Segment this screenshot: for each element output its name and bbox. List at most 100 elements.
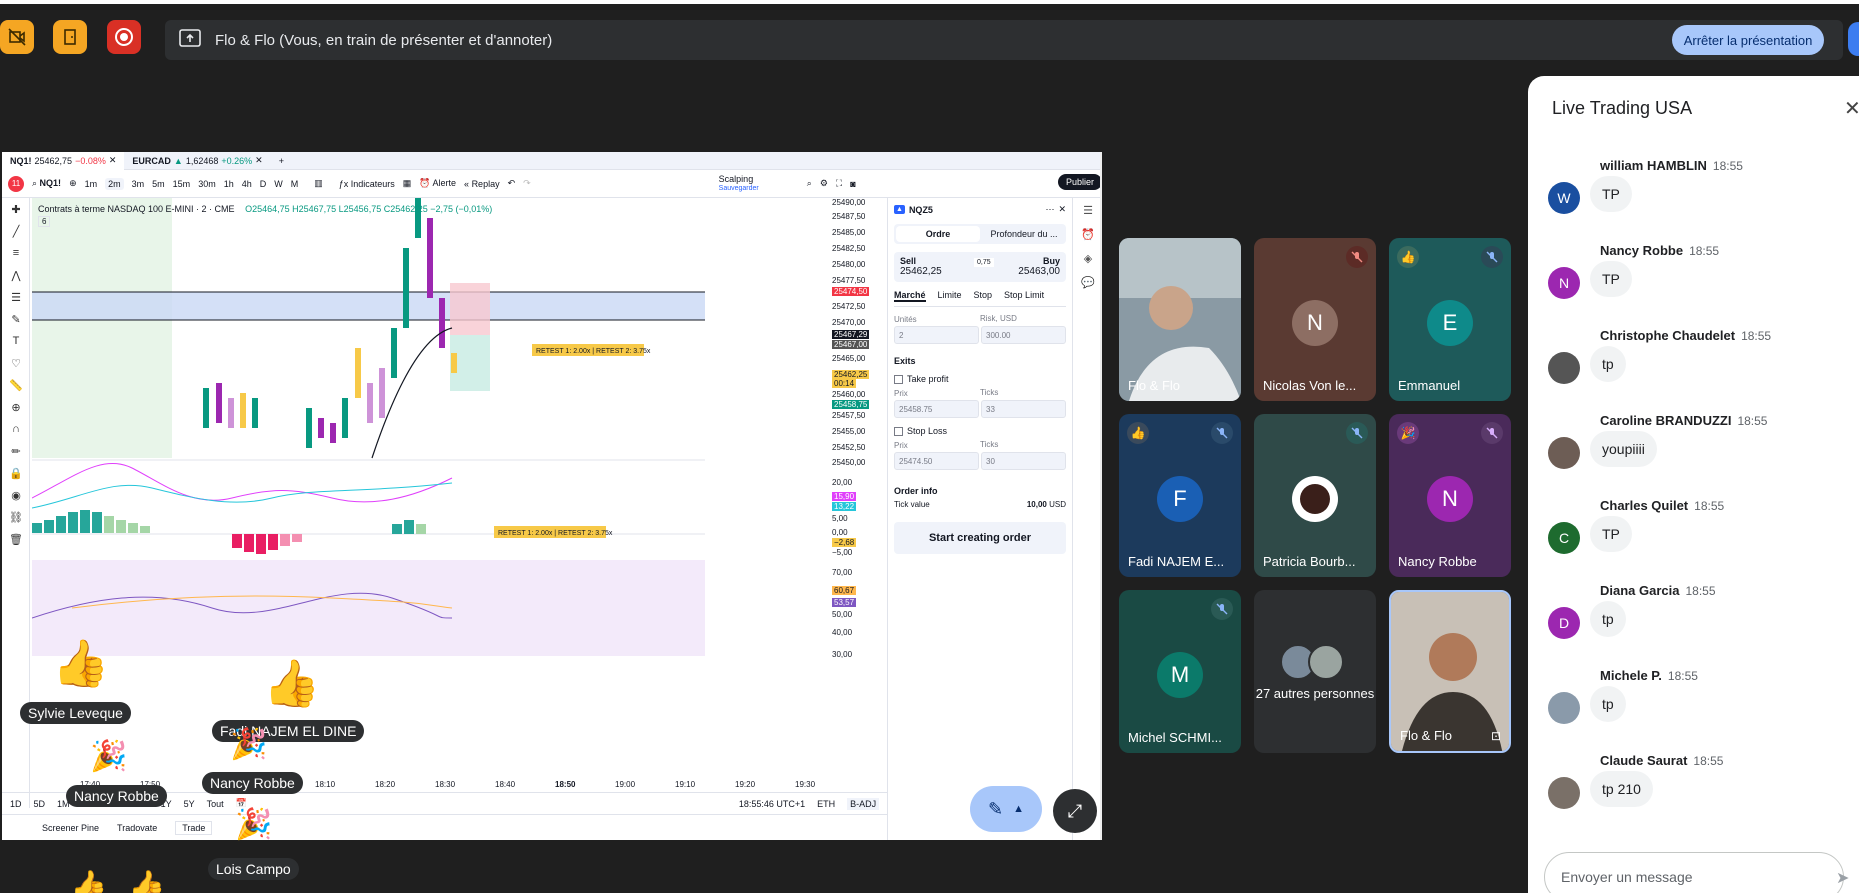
interval-2m[interactable]: 2m <box>105 177 124 190</box>
pencil-icon[interactable]: ✏ <box>2 440 30 462</box>
undo-icon[interactable]: ↶ <box>508 178 516 189</box>
record-button[interactable] <box>107 20 141 54</box>
type-limit[interactable]: Limite <box>938 290 962 302</box>
type-stop-limit[interactable]: Stop Limit <box>1004 290 1044 302</box>
participant-tile[interactable]: 🎉 N Nancy Robbe <box>1389 414 1511 577</box>
interval-w[interactable]: W <box>274 179 283 189</box>
edge-button[interactable] <box>1848 22 1859 56</box>
trash-icon[interactable]: 🗑 <box>2 528 30 550</box>
tab-screener[interactable]: Screener Pine <box>42 823 99 833</box>
close-icon[interactable]: ✕ <box>109 155 117 166</box>
ruler-icon[interactable]: 📏 <box>2 374 30 396</box>
interval-1h[interactable]: 1h <box>224 179 234 189</box>
interval-5m[interactable]: 5m <box>152 179 165 189</box>
alert-button[interactable]: ⏰ Alerte <box>419 178 456 189</box>
link-icon[interactable]: ⛓ <box>2 506 30 528</box>
tp-ticks-input[interactable]: 33 <box>981 400 1066 418</box>
fib-icon[interactable]: ≡ <box>2 242 30 264</box>
risk-input[interactable]: 300.00 <box>981 326 1066 344</box>
close-icon[interactable]: ✕ <box>1844 96 1859 121</box>
interval-30m[interactable]: 30m <box>198 179 216 189</box>
indicators-button[interactable]: ƒx Indicateurs <box>339 179 395 189</box>
trendline-icon[interactable]: ╱ <box>2 220 30 242</box>
tab-eurcad[interactable]: EURCAD ▲ 1,62468 +0.26% ✕ <box>124 152 270 170</box>
zoom-icon[interactable]: ⊕ <box>2 396 30 418</box>
redo-icon[interactable]: ↷ <box>523 178 531 189</box>
settings-icon[interactable]: ⚙ <box>820 178 828 189</box>
user-avatar[interactable]: 11 <box>8 175 24 192</box>
alerts-icon[interactable]: ⏰ <box>1073 222 1100 246</box>
camera-off-button[interactable] <box>0 20 34 54</box>
range-1d[interactable]: 1D <box>10 799 22 809</box>
crosshair-icon[interactable]: ✚ <box>2 198 30 220</box>
annotate-button[interactable]: ✎ ▲ <box>970 786 1042 832</box>
eye-icon[interactable]: ◉ <box>2 484 30 506</box>
interval-m[interactable]: M <box>291 179 299 189</box>
indicator-count[interactable]: 6 <box>38 216 51 227</box>
pattern-icon[interactable]: ⋀ <box>2 264 30 286</box>
layouts-icon[interactable]: ▦ <box>403 178 412 189</box>
fullscreen-icon[interactable]: ⛶ <box>836 178 842 189</box>
range-all[interactable]: Tout <box>207 799 224 809</box>
close-icon[interactable]: ✕ <box>255 155 263 166</box>
tab-tradovate[interactable]: Tradovate <box>117 823 157 833</box>
interval-4h[interactable]: 4h <box>242 179 252 189</box>
tab-trade[interactable]: Trade <box>175 820 213 835</box>
sl-price-input[interactable]: 25474.50 <box>894 452 979 470</box>
new-tab-icon[interactable]: + <box>271 152 292 170</box>
message-input[interactable]: Envoyer un message <box>1544 852 1844 893</box>
lock-icon[interactable]: 🔒 <box>2 462 30 484</box>
symbol-search[interactable]: ⌕ NQ1! <box>32 178 61 189</box>
interval-d[interactable]: D <box>260 179 267 189</box>
camera-icon[interactable]: ◙ <box>850 179 855 189</box>
type-market[interactable]: Marché <box>894 290 926 302</box>
layout-name[interactable]: Scalping Sauvegarder <box>719 174 759 193</box>
take-profit-checkbox[interactable] <box>894 374 903 384</box>
sl-ticks-input[interactable]: 30 <box>981 452 1066 470</box>
start-order-button[interactable]: Start creating order <box>894 522 1066 554</box>
participant-tile[interactable]: M Michel SCHMI... <box>1119 590 1241 753</box>
tab-profondeur[interactable]: Profondeur du ... <box>982 224 1066 244</box>
text-icon[interactable]: T <box>2 330 30 352</box>
sell-buy-box[interactable]: Sell 25462,25 0,75 Buy 25463,00 <box>894 252 1066 282</box>
participant-tile[interactable]: 👍 E Emmanuel <box>1389 238 1511 401</box>
price-chart[interactable]: RETEST 1: 2.00x | RETEST 2: 3.75x RETEST… <box>31 198 832 808</box>
door-button[interactable] <box>53 20 87 54</box>
forecast-icon[interactable]: ☰ <box>2 286 30 308</box>
add-symbol-icon[interactable]: ⊕ <box>69 178 77 189</box>
participant-tile[interactable]: Patricia Bourb... <box>1254 414 1376 577</box>
send-icon[interactable]: ➤ <box>1836 868 1849 888</box>
interval-15m[interactable]: 15m <box>173 179 191 189</box>
badj-toggle[interactable]: B-ADJ <box>847 797 880 810</box>
tab-nq[interactable]: NQ1! 25462,75 −0.08% ✕ <box>2 152 125 170</box>
tab-ordre[interactable]: Ordre <box>896 226 980 242</box>
pin-icon[interactable]: ⊡ <box>1491 729 1501 743</box>
stop-loss-checkbox[interactable] <box>894 426 903 436</box>
watchlist-icon[interactable]: ☰ <box>1073 198 1100 222</box>
stop-presenting-button[interactable]: Arrêter la présentation <box>1672 25 1824 55</box>
more-icon[interactable]: ⋯ <box>1045 204 1054 215</box>
chart-type-icon[interactable]: ▥ <box>314 178 323 189</box>
search-icon[interactable]: ⌕ <box>807 178 812 189</box>
self-tile[interactable]: Flo & Flo ⊡ <box>1389 590 1511 753</box>
type-stop[interactable]: Stop <box>974 290 993 302</box>
range-5y[interactable]: 5Y <box>184 799 195 809</box>
heart-icon[interactable]: ♡ <box>2 352 30 374</box>
magnet-icon[interactable]: ∩ <box>2 418 30 440</box>
interval-3m[interactable]: 3m <box>132 179 145 189</box>
layers-icon[interactable]: ◈ <box>1073 246 1100 270</box>
units-input[interactable]: 2 <box>894 326 979 344</box>
expand-button[interactable]: ⤢ <box>1053 789 1097 833</box>
chat-icon[interactable]: 💬 <box>1073 270 1100 294</box>
eth-toggle[interactable]: ETH <box>817 799 835 809</box>
brush-icon[interactable]: ✎ <box>2 308 30 330</box>
close-panel-icon[interactable]: ✕ <box>1058 204 1066 215</box>
participant-tile[interactable]: N Nicolas Von le... <box>1254 238 1376 401</box>
interval-1m[interactable]: 1m <box>85 179 98 189</box>
publish-button[interactable]: Publier <box>1057 174 1100 190</box>
tp-price-input[interactable]: 25458.75 <box>894 400 979 418</box>
participant-tile[interactable]: 👍 F Fadi NAJEM E... <box>1119 414 1241 577</box>
replay-button[interactable]: « Replay <box>464 179 500 189</box>
participant-tile[interactable]: Flo & Flo <box>1119 238 1241 401</box>
others-tile[interactable]: 27 autres personnes <box>1254 590 1376 753</box>
